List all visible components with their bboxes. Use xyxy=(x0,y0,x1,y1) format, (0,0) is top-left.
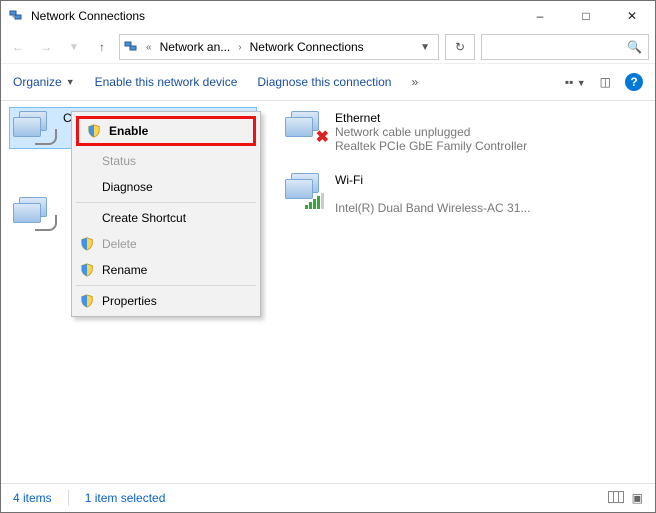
view-large-button[interactable]: ▣ xyxy=(632,491,643,506)
unplugged-icon: ✖ xyxy=(316,127,329,147)
status-bar: 4 items 1 item selected ▣ xyxy=(1,483,655,512)
status-count: 4 items xyxy=(13,491,52,505)
context-label: Status xyxy=(102,154,136,168)
context-menu: Enable Status Diagnose Create Shortcut D… xyxy=(71,111,261,317)
breadcrumb-parent[interactable]: Network an... xyxy=(158,40,233,54)
maximize-button[interactable]: □ xyxy=(563,1,609,31)
context-diagnose[interactable]: Diagnose xyxy=(72,174,260,200)
toolbar-overflow-button[interactable]: » xyxy=(411,75,418,89)
status-selected: 1 item selected xyxy=(85,491,166,505)
chevron-down-icon: ▼ xyxy=(66,77,75,87)
app-icon xyxy=(9,8,25,24)
close-button[interactable]: ✕ xyxy=(609,1,655,31)
context-properties[interactable]: Properties xyxy=(72,288,260,314)
network-adapter-icon xyxy=(13,197,55,231)
wifi-signal-icon xyxy=(305,193,324,209)
separator xyxy=(76,285,256,286)
network-adapter-icon xyxy=(285,173,327,207)
adapter-title: Ethernet xyxy=(335,111,527,125)
diagnose-connection-button[interactable]: Diagnose this connection xyxy=(257,75,391,89)
adapter-device: Intel(R) Dual Band Wireless-AC 31... xyxy=(335,201,530,215)
nav-up-button[interactable]: ↑ xyxy=(91,36,113,58)
shield-icon xyxy=(80,263,94,277)
titlebar: Network Connections – □ ✕ xyxy=(1,1,655,31)
context-create-shortcut[interactable]: Create Shortcut xyxy=(72,205,260,231)
command-bar: Organize ▼ Enable this network device Dia… xyxy=(1,63,655,101)
organize-menu[interactable]: Organize ▼ xyxy=(13,75,75,89)
nav-back-button[interactable]: ← xyxy=(7,36,29,58)
context-delete: Delete xyxy=(72,231,260,257)
search-input[interactable]: 🔍 xyxy=(481,34,649,60)
preview-pane-button[interactable]: ◫ xyxy=(600,75,611,89)
context-label: Diagnose xyxy=(102,180,153,194)
organize-label: Organize xyxy=(13,75,62,89)
chevron-icon[interactable]: › xyxy=(236,42,243,53)
address-dropdown-button[interactable]: ▼ xyxy=(416,42,434,53)
context-label: Create Shortcut xyxy=(102,211,186,225)
view-details-button[interactable] xyxy=(608,491,624,506)
adapter-status xyxy=(335,187,530,201)
search-icon: 🔍 xyxy=(627,40,642,54)
adapter-item-ethernet[interactable]: ✖ Ethernet Network cable unplugged Realt… xyxy=(281,107,534,157)
shield-icon xyxy=(80,294,94,308)
context-label: Properties xyxy=(102,294,157,308)
breadcrumb-current[interactable]: Network Connections xyxy=(248,40,366,54)
enable-device-button[interactable]: Enable this network device xyxy=(95,75,238,89)
context-label: Rename xyxy=(102,263,147,277)
address-icon xyxy=(124,38,140,57)
shield-icon xyxy=(80,237,94,251)
adapter-title: Wi-Fi xyxy=(335,173,530,187)
context-label: Delete xyxy=(102,237,137,251)
refresh-button[interactable]: ↻ xyxy=(445,34,475,60)
context-status: Status xyxy=(72,148,260,174)
help-button[interactable]: ? xyxy=(625,73,643,91)
context-label: Enable xyxy=(109,124,148,138)
adapter-status: Network cable unplugged xyxy=(335,125,527,139)
context-enable[interactable]: Enable xyxy=(79,119,253,143)
divider xyxy=(68,490,69,506)
network-adapter-icon xyxy=(13,111,55,145)
minimize-button[interactable]: – xyxy=(517,1,563,31)
nav-recent-button[interactable]: ▼ xyxy=(63,36,85,58)
separator xyxy=(76,202,256,203)
window-title: Network Connections xyxy=(31,9,145,23)
adapter-item-wifi[interactable]: Wi-Fi Intel(R) Dual Band Wireless-AC 31.… xyxy=(281,169,534,219)
address-bar: ← → ▼ ↑ « Network an... › Network Connec… xyxy=(1,31,655,63)
nav-forward-button: → xyxy=(35,36,57,58)
context-rename[interactable]: Rename xyxy=(72,257,260,283)
shield-icon xyxy=(87,124,101,138)
adapter-device: Realtek PCIe GbE Family Controller xyxy=(335,139,527,153)
network-adapter-icon: ✖ xyxy=(285,111,327,145)
chevron-icon[interactable]: « xyxy=(144,42,154,53)
view-options-button[interactable]: ▪▪ ▼ xyxy=(565,75,586,89)
address-box[interactable]: « Network an... › Network Connections ▼ xyxy=(119,34,439,60)
